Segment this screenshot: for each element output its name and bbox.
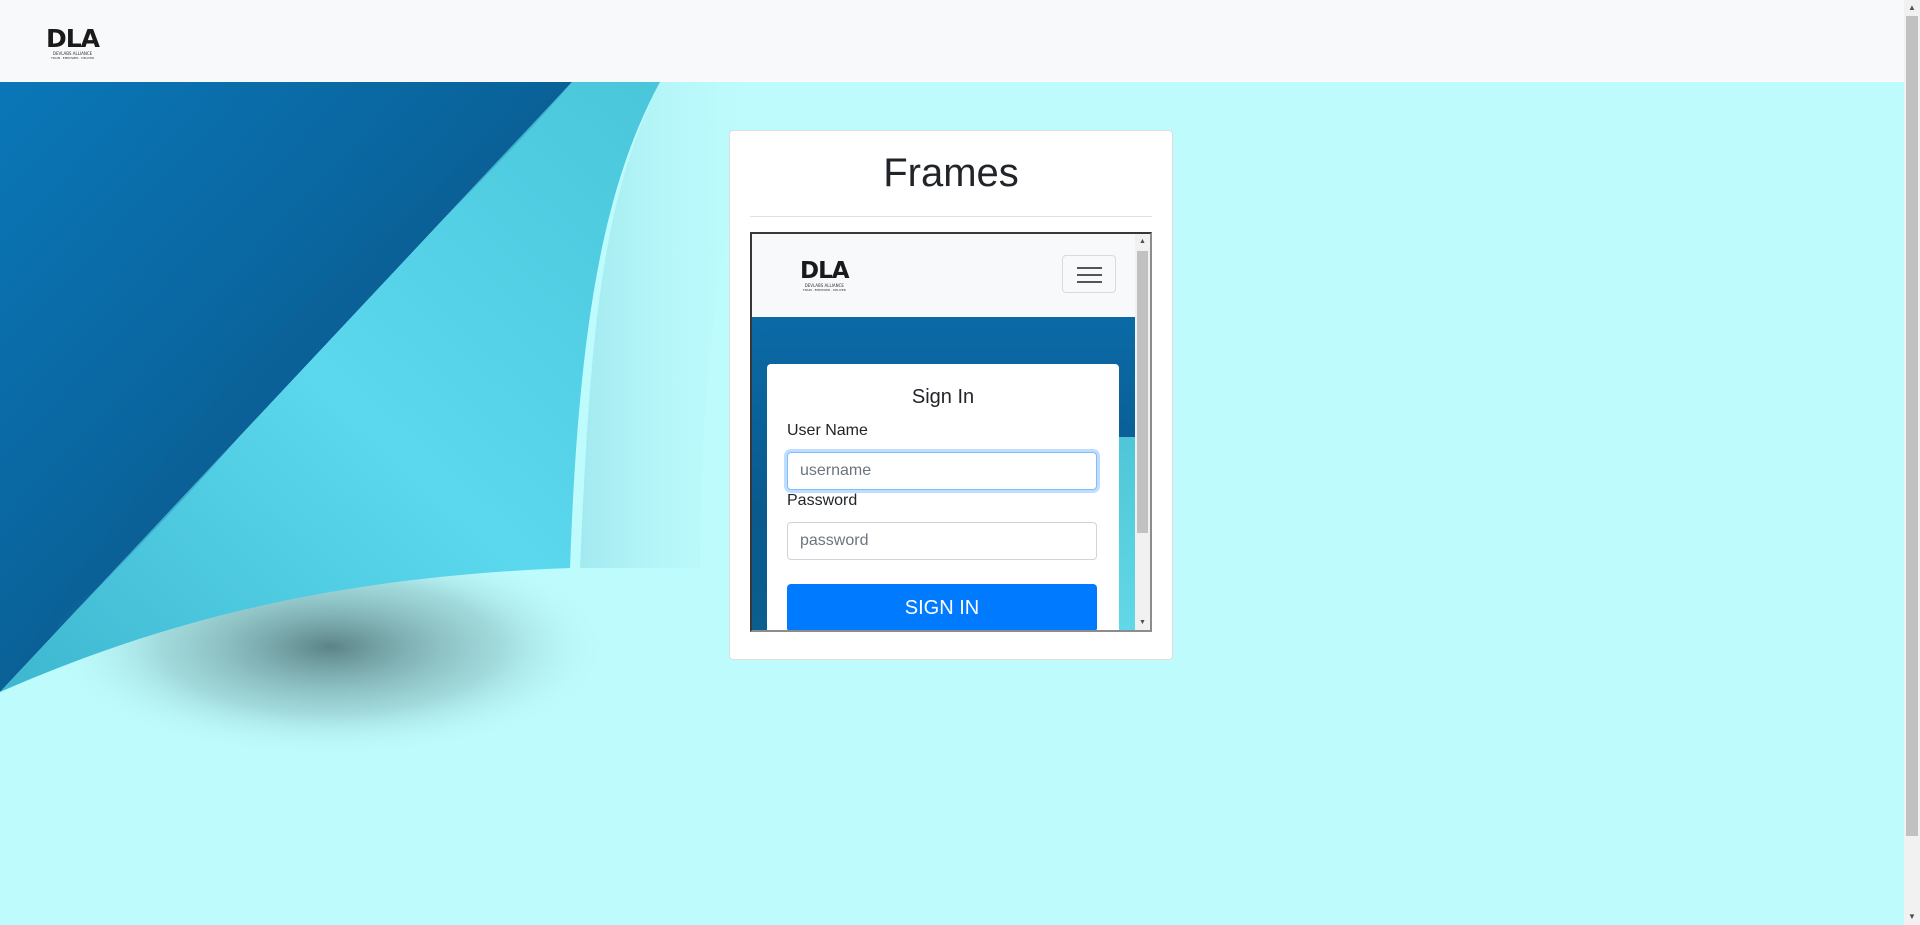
frames-card: Frames DLA DEVLABS ALLIANCE TRAIN · EMPO… (729, 130, 1173, 660)
iframe-viewport: DLA DEVLABS ALLIANCE TRAIN · EMPOWER · D… (752, 234, 1135, 630)
iframe-logo-mark: DLA (800, 258, 850, 284)
password-label: Password (787, 492, 858, 509)
menu-icon-bar-top (1077, 267, 1102, 269)
page-scroll-down-arrow-icon[interactable]: ▼ (1904, 909, 1920, 925)
title-divider (750, 216, 1152, 217)
username-label: User Name (787, 422, 868, 439)
password-input[interactable] (787, 522, 1097, 560)
menu-icon-bar-middle (1077, 274, 1102, 276)
iframe-brand-logo[interactable]: DLA DEVLABS ALLIANCE TRAIN · EMPOWER · D… (800, 258, 850, 292)
top-navbar: DLA DEVLABS ALLIANCE TRAIN · EMPOWER · D… (0, 0, 1904, 82)
username-input[interactable] (787, 452, 1097, 490)
page-title: Frames (883, 151, 1019, 195)
signin-button[interactable]: SIGN IN (787, 584, 1097, 630)
logo-subtagline: TRAIN · EMPOWER · DELIVER (50, 56, 95, 60)
page-scrollbar-thumb[interactable] (1906, 16, 1918, 836)
scroll-down-arrow-icon[interactable]: ▼ (1135, 615, 1150, 630)
signin-form: Sign In User Name Password SIGN IN (767, 364, 1119, 630)
page-scroll-up-arrow-icon[interactable]: ▲ (1904, 0, 1920, 16)
iframe-navbar: DLA DEVLABS ALLIANCE TRAIN · EMPOWER · D… (752, 234, 1135, 317)
scroll-up-arrow-icon[interactable]: ▲ (1135, 234, 1150, 249)
iframe-logo-subtagline: TRAIN · EMPOWER · DELIVER (802, 288, 846, 292)
embedded-iframe[interactable]: DLA DEVLABS ALLIANCE TRAIN · EMPOWER · D… (750, 232, 1152, 632)
signin-title: Sign In (911, 386, 975, 408)
brand-logo[interactable]: DLA DEVLABS ALLIANCE TRAIN · EMPOWER · D… (46, 24, 100, 60)
logo-mark: DLA (46, 24, 100, 53)
iframe-scrollbar[interactable]: ▲ ▼ (1135, 234, 1150, 630)
page-scrollbar[interactable]: ▲ ▼ (1904, 0, 1920, 925)
navbar-toggler-button[interactable] (1062, 255, 1116, 293)
menu-icon-bar-bottom (1077, 281, 1102, 283)
iframe-scrollbar-thumb[interactable] (1137, 251, 1148, 533)
